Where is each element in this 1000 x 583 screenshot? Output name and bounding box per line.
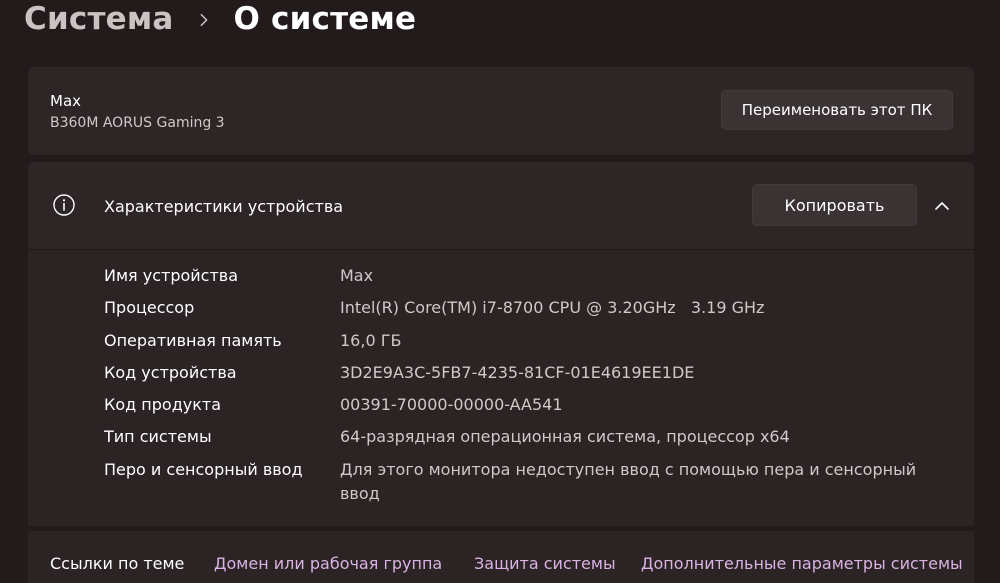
spec-row-pen-touch: Перо и сенсорный ввод Для этого монитора… xyxy=(28,456,974,512)
spec-row-processor: Процессор Intel(R) Core(TM) i7-8700 CPU … xyxy=(28,294,974,326)
spec-label: Код устройства xyxy=(104,362,237,382)
device-specs-title: Характеристики устройства xyxy=(104,197,344,216)
breadcrumb-system[interactable]: Система xyxy=(24,1,174,37)
spec-value: 16,0 ГБ xyxy=(340,330,402,350)
spec-value: 64-разрядная операционная система, проце… xyxy=(340,427,790,447)
spec-label: Имя устройства xyxy=(104,266,239,285)
related-links-label: Ссылки по теме xyxy=(50,554,185,573)
page-title: О системе xyxy=(233,1,417,37)
spec-row-device-name: Имя устройства Max xyxy=(28,262,974,294)
chevron-right-icon xyxy=(174,10,234,29)
copy-button[interactable]: Копировать xyxy=(752,184,917,226)
device-card: Max B360M AORUS Gaming 3 Переименовать э… xyxy=(28,67,974,155)
related-links: Ссылки по теме Домен или рабочая группа … xyxy=(28,531,974,583)
device-specs-list: Имя устройства Max Процессор Intel(R) Co… xyxy=(28,262,974,512)
link-system-protection[interactable]: Защита системы xyxy=(474,554,616,573)
device-specs-header[interactable]: Характеристики устройства Копировать xyxy=(28,162,974,250)
spec-value: Intel(R) Core(TM) i7-8700 CPU @ 3.20GHz … xyxy=(340,298,765,318)
spec-value: 00391-70000-00000-AA541 xyxy=(340,395,563,415)
spec-value: 3D2E9A3C-5FB7-4235-81CF-01E4619EE1DE xyxy=(340,362,695,382)
link-advanced-system-settings[interactable]: Дополнительные параметры системы xyxy=(641,554,963,573)
spec-label: Процессор xyxy=(104,298,195,318)
info-icon xyxy=(52,193,76,217)
spec-row-system-type: Тип системы 64-разрядная операционная си… xyxy=(28,423,974,455)
link-domain-workgroup[interactable]: Домен или рабочая группа xyxy=(214,554,442,573)
spec-value: Max xyxy=(340,266,374,285)
spec-row-ram: Оперативная память 16,0 ГБ xyxy=(28,327,974,359)
device-name: Max xyxy=(50,92,82,110)
spec-label: Тип системы xyxy=(104,427,212,447)
spec-label: Оперативная память xyxy=(104,330,282,350)
device-specs-card: Характеристики устройства Копировать Имя… xyxy=(28,162,974,526)
spec-label: Перо и сенсорный ввод xyxy=(104,459,303,479)
breadcrumb: Система О системе xyxy=(24,0,416,44)
spec-row-device-id: Код устройства 3D2E9A3C-5FB7-4235-81CF-0… xyxy=(28,359,974,391)
spec-value: Для этого монитора недоступен ввод с пом… xyxy=(340,459,917,503)
device-model: B360M AORUS Gaming 3 xyxy=(50,115,225,131)
about-system-page: Система О системе Max B360M AORUS Gaming… xyxy=(0,0,1000,583)
spec-label: Код продукта xyxy=(104,395,222,415)
spec-row-product-id: Код продукта 00391-70000-00000-AA541 xyxy=(28,391,974,423)
rename-pc-button[interactable]: Переименовать этот ПК xyxy=(721,90,953,130)
chevron-up-icon[interactable] xyxy=(928,192,956,220)
